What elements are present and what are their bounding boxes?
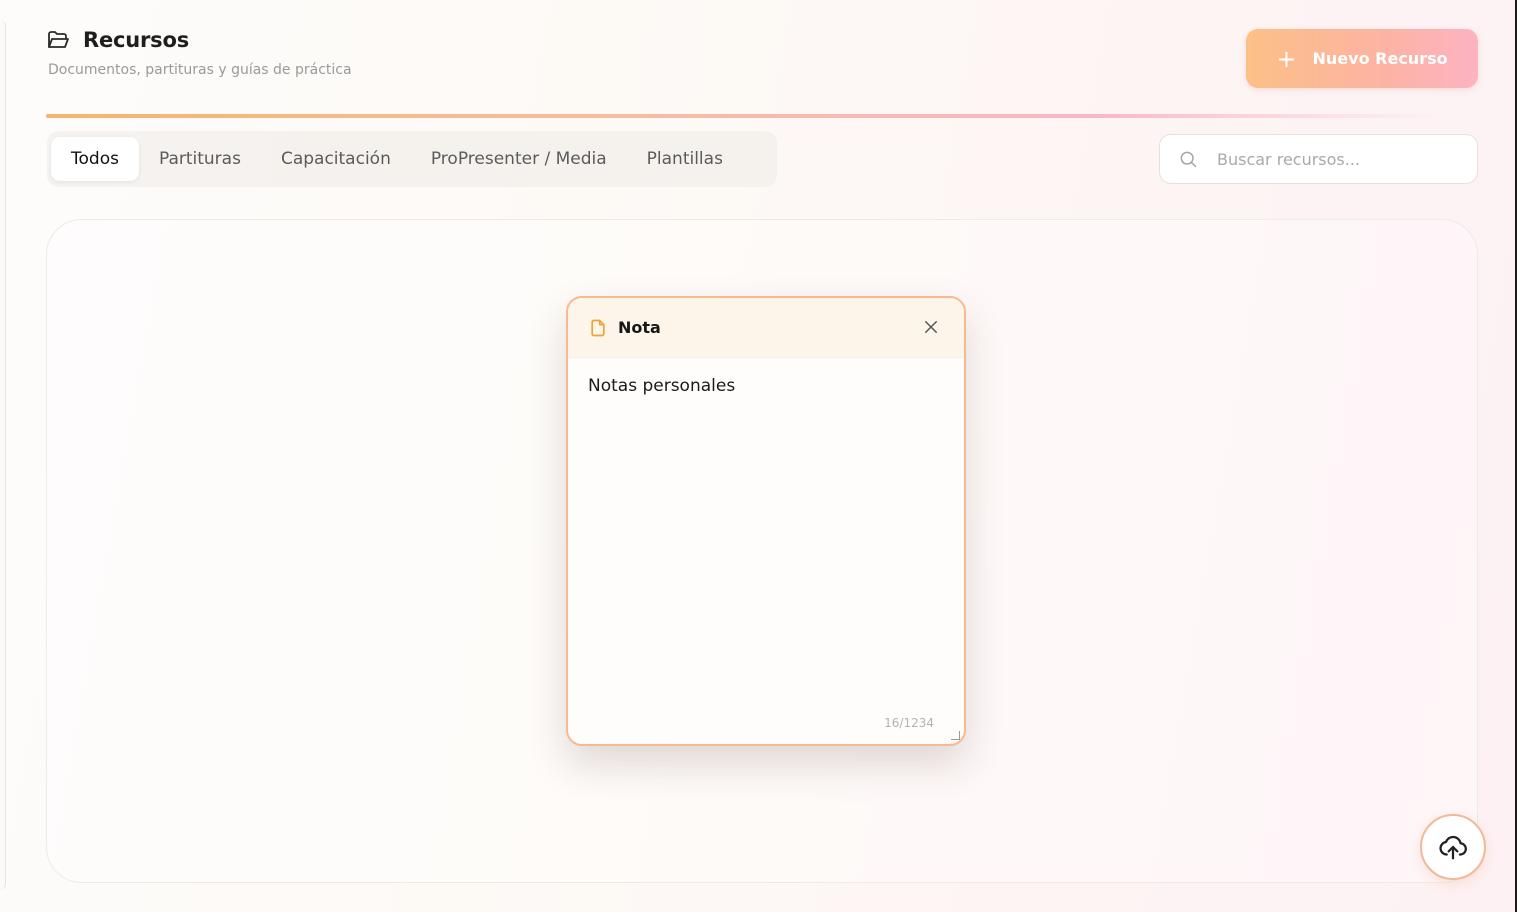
tab-label: ProPresenter / Media	[430, 149, 607, 169]
note-title: Nota	[618, 318, 661, 337]
note-char-counter: 16/1234	[884, 716, 934, 730]
header-divider	[46, 114, 1436, 118]
tab-label: Partituras	[158, 149, 241, 169]
note-header[interactable]: Nota	[568, 298, 964, 358]
page-title: Recursos	[83, 28, 189, 52]
search-box	[1159, 134, 1478, 184]
search-icon	[1180, 151, 1197, 168]
tab-label: Todos	[71, 149, 119, 169]
tab-todos[interactable]: Todos	[51, 137, 139, 181]
tab-capacitacion[interactable]: Capacitación	[261, 137, 411, 181]
tab-label: Capacitación	[280, 149, 391, 169]
collapsed-sidebar-edge	[0, 20, 6, 890]
new-resource-button[interactable]: + Nuevo Recurso	[1246, 29, 1478, 88]
tab-label: Plantillas	[646, 149, 723, 169]
tab-propresenter-media[interactable]: ProPresenter / Media	[411, 137, 627, 181]
upload-button[interactable]	[1420, 814, 1486, 880]
page-subtitle: Documentos, partituras y guías de prácti…	[48, 62, 352, 78]
note-window: Nota Notas personales 16/1234	[566, 296, 966, 746]
new-resource-label: Nuevo Recurso	[1312, 49, 1448, 68]
tab-plantillas[interactable]: Plantillas	[627, 137, 743, 181]
close-icon[interactable]	[922, 318, 940, 336]
page-header: Recursos Documentos, partituras y guías …	[46, 28, 352, 78]
category-tabs: Todos Partituras Capacitación ProPresent…	[47, 131, 777, 187]
resize-handle[interactable]	[951, 731, 960, 740]
file-icon	[591, 319, 605, 336]
note-textarea[interactable]: Notas personales	[568, 358, 964, 414]
search-input[interactable]	[1215, 148, 1459, 170]
plus-icon: +	[1276, 44, 1297, 73]
title-row: Recursos	[46, 28, 352, 52]
cloud-upload-icon	[1439, 835, 1467, 860]
tab-partituras[interactable]: Partituras	[139, 137, 261, 181]
folder-open-icon	[48, 31, 69, 48]
